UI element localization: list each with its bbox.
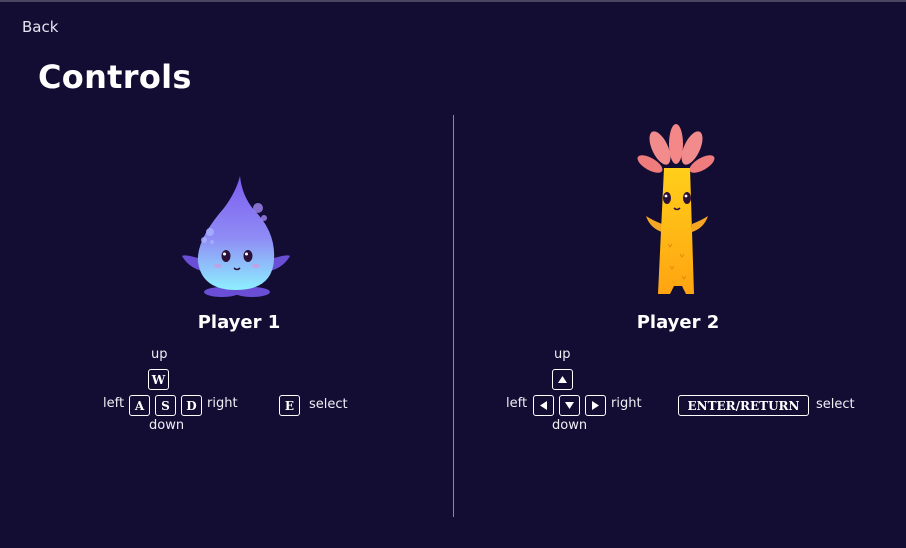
player-1-name: Player 1 — [197, 312, 281, 333]
p1-key-e: E — [279, 395, 300, 416]
p1-right-label: right — [207, 396, 238, 411]
p2-up-label: up — [554, 347, 571, 362]
p2-key-left — [533, 395, 554, 416]
p2-key-up — [552, 369, 573, 390]
page-title: Controls — [38, 58, 192, 96]
p1-select-label: select — [309, 397, 348, 412]
arrow-up-icon — [558, 376, 567, 383]
palm-tree-character-icon — [637, 124, 715, 294]
arrow-right-icon — [592, 401, 599, 410]
p2-down-label: down — [552, 418, 588, 433]
water-drop-character-icon — [182, 176, 290, 297]
player-divider — [453, 115, 454, 517]
p1-key-d: D — [181, 395, 202, 416]
arrow-left-icon — [540, 401, 547, 410]
p2-key-enter: ENTER/RETURN — [678, 395, 809, 416]
p2-key-down — [559, 395, 580, 416]
p1-up-label: up — [151, 347, 168, 362]
player-2-name: Player 2 — [636, 312, 720, 333]
top-border — [0, 0, 906, 2]
p1-down-label: down — [149, 418, 185, 433]
p2-key-right — [585, 395, 606, 416]
p2-left-label: left — [506, 396, 528, 411]
p1-key-a: A — [129, 395, 150, 416]
p1-key-s: S — [155, 395, 176, 416]
p1-left-label: left — [103, 396, 125, 411]
arrow-down-icon — [565, 402, 574, 409]
p1-key-w: W — [148, 369, 169, 390]
back-button[interactable]: Back — [22, 18, 58, 36]
p2-right-label: right — [611, 396, 642, 411]
p2-select-label: select — [816, 397, 855, 412]
